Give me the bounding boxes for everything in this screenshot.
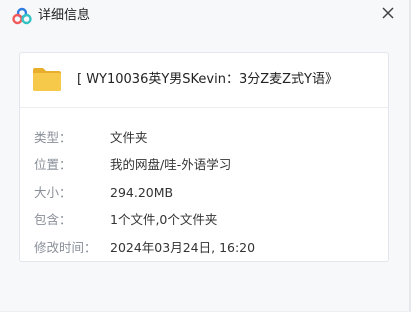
property-value: 文件夹	[110, 130, 148, 145]
close-icon[interactable]	[379, 4, 397, 22]
details-dialog: 详细信息 [ WY10036英Y男SKevin：3分Z麦Z式Y语》 类型： 文件…	[0, 0, 411, 312]
property-label: 位置：	[34, 157, 72, 172]
title-bar: 详细信息	[0, 0, 409, 34]
details-card: [ WY10036英Y男SKevin：3分Z麦Z式Y语》 类型： 文件夹 位置：…	[19, 52, 389, 262]
baidu-netdisk-cloud-icon	[12, 7, 32, 25]
property-value: 我的网盘/哇-外语学习	[110, 157, 232, 172]
dialog-title: 详细信息	[38, 8, 91, 23]
property-label: 修改时间：	[34, 240, 97, 255]
property-label: 类型：	[34, 130, 72, 145]
property-label: 包含：	[34, 212, 72, 227]
property-label: 大小：	[34, 185, 72, 200]
property-value: 294.20MB	[110, 185, 174, 200]
property-value: 2024年03月24日, 16:20	[110, 240, 256, 255]
file-name: [ WY10036英Y男SKevin：3分Z麦Z式Y语》	[77, 72, 338, 87]
file-header: [ WY10036英Y男SKevin：3分Z麦Z式Y语》	[20, 53, 388, 108]
property-value: 1个文件,0个文件夹	[110, 212, 218, 227]
folder-icon	[33, 68, 61, 91]
